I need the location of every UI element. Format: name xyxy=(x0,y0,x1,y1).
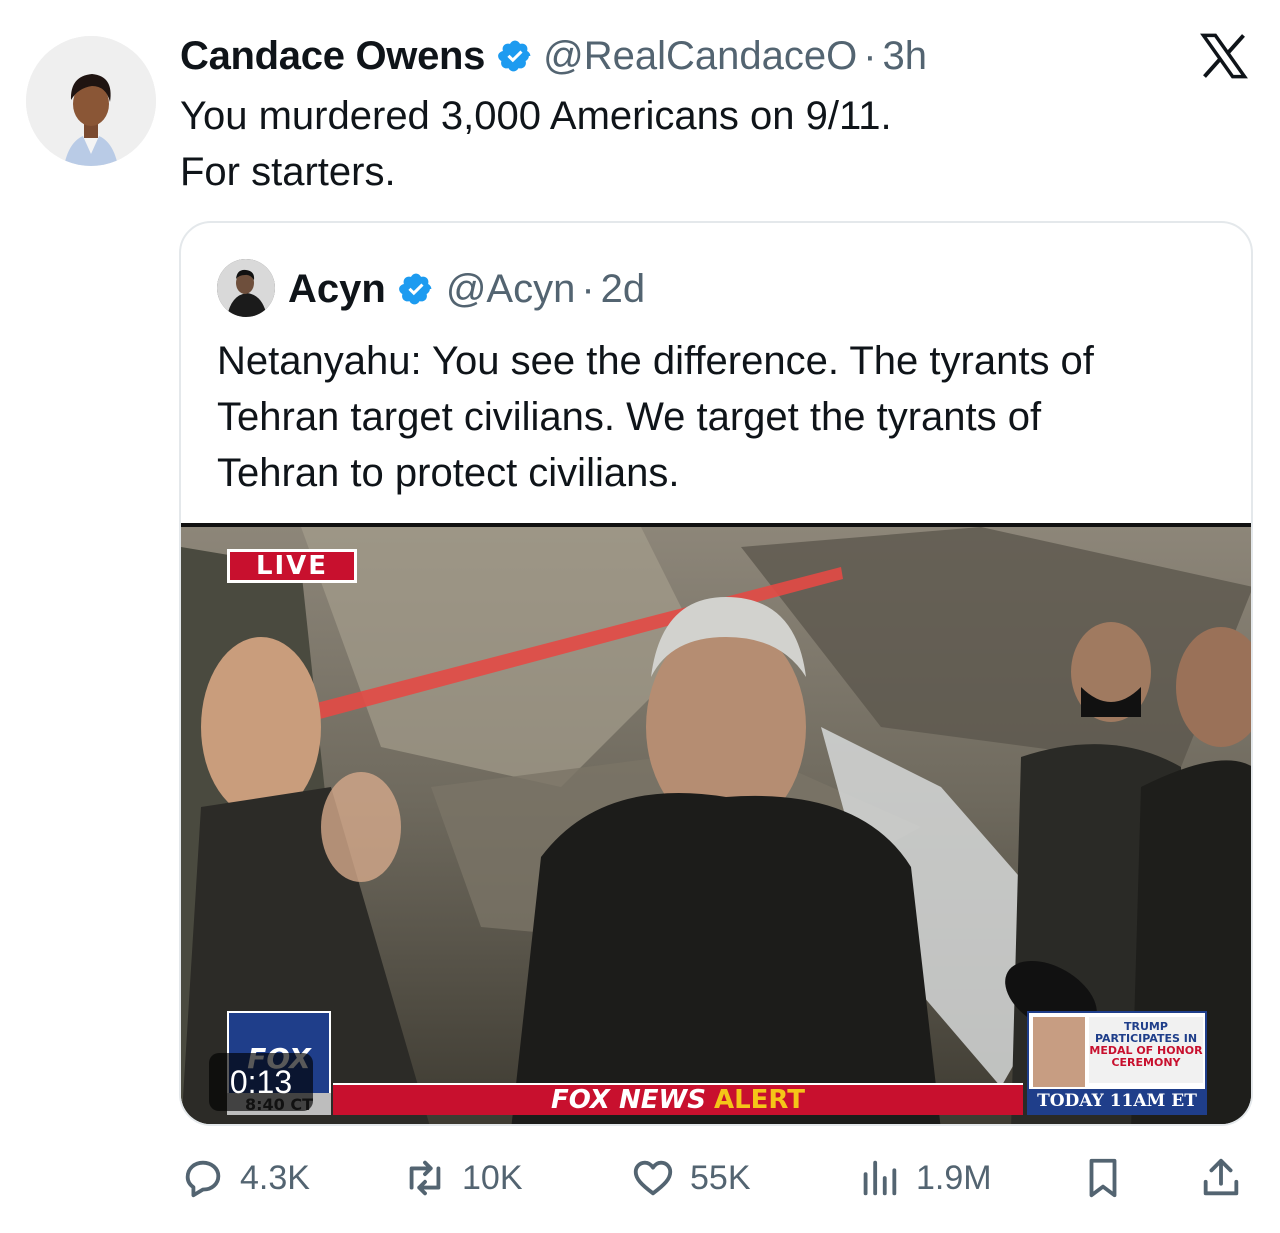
views-icon xyxy=(863,1160,897,1196)
repost-icon xyxy=(409,1160,441,1196)
tweet-text-line: For starters. xyxy=(180,150,396,194)
quoted-avatar-image xyxy=(217,259,275,317)
quoted-author-handle[interactable]: @Acyn xyxy=(446,267,576,312)
quoted-text-line: Netanyahu: You see the difference. The t… xyxy=(217,339,1094,383)
author-avatar[interactable] xyxy=(26,36,156,166)
side-graphic-time: TODAY 11AM ET xyxy=(1029,1089,1205,1113)
reply-count: 4.3K xyxy=(240,1158,310,1197)
views-button[interactable]: 1.9M xyxy=(856,1150,992,1206)
news-ticker: FOX NEWS ALERT xyxy=(333,1083,1023,1115)
video-timer: 0:13 xyxy=(209,1053,313,1111)
side-graphic: TRUMP PARTICIPATES IN MEDAL OF HONOR CER… xyxy=(1027,1011,1207,1115)
repost-count: 10K xyxy=(462,1158,523,1197)
quoted-tweet-time[interactable]: 2d xyxy=(601,267,646,312)
author-handle[interactable]: @RealCandaceO xyxy=(543,34,857,79)
tweet-header: Candace Owens @RealCandaceO · 3h xyxy=(180,30,927,82)
repost-button[interactable]: 10K xyxy=(402,1150,523,1206)
view-count: 1.9M xyxy=(916,1158,992,1197)
tweet[interactable]: Candace Owens @RealCandaceO · 3h You mur… xyxy=(0,0,1280,1233)
separator: · xyxy=(581,266,595,311)
action-bar: 4.3K 10K 55K 1.9M xyxy=(180,1150,1250,1206)
x-logo-icon xyxy=(1200,33,1248,79)
bookmark-icon xyxy=(1089,1158,1117,1198)
like-button[interactable]: 55K xyxy=(630,1150,751,1206)
tweet-text-line: You murdered 3,000 Americans on 9/11. xyxy=(180,94,892,138)
side-line-red: CEREMONY xyxy=(1111,1056,1181,1069)
reply-button[interactable]: 4.3K xyxy=(180,1150,310,1206)
separator: · xyxy=(863,33,877,78)
quoted-author-avatar[interactable] xyxy=(217,259,275,317)
reply-icon xyxy=(185,1160,221,1198)
share-icon xyxy=(1203,1158,1239,1196)
tweet-text: You murdered 3,000 Americans on 9/11. Fo… xyxy=(180,88,892,200)
quoted-text-line: Tehran to protect civilians. xyxy=(217,451,680,495)
ticker-alert: ALERT xyxy=(713,1085,805,1115)
like-count: 55K xyxy=(690,1158,751,1197)
verified-badge-icon xyxy=(398,273,432,305)
quoted-tweet[interactable]: Acyn @Acyn · 2d Netanyahu: You see the d… xyxy=(179,221,1253,1126)
heart-icon xyxy=(633,1160,673,1196)
live-badge: LIVE xyxy=(227,549,357,583)
ticker-brand: FOX NEWS xyxy=(550,1085,706,1115)
author-name[interactable]: Candace Owens xyxy=(180,34,485,79)
bookmark-button[interactable] xyxy=(1080,1150,1126,1206)
quoted-author-name[interactable]: Acyn xyxy=(288,267,386,312)
avatar-image xyxy=(26,36,156,166)
quoted-tweet-text: Netanyahu: You see the difference. The t… xyxy=(217,333,1094,501)
quoted-text-line: Tehran target civilians. We target the t… xyxy=(217,395,1042,439)
video-player[interactable]: LIVE FOX 8:40 CT FOX NEWS ALERT TRUMP PA… xyxy=(181,523,1251,1124)
tweet-time[interactable]: 3h xyxy=(883,34,928,79)
share-button[interactable] xyxy=(1198,1150,1244,1206)
side-graphic-text: TRUMP PARTICIPATES IN MEDAL OF HONOR CER… xyxy=(1089,1017,1203,1083)
verified-badge-icon xyxy=(498,40,531,72)
quoted-tweet-header: Acyn @Acyn · 2d xyxy=(288,263,645,315)
side-graphic-photo xyxy=(1033,1017,1085,1087)
